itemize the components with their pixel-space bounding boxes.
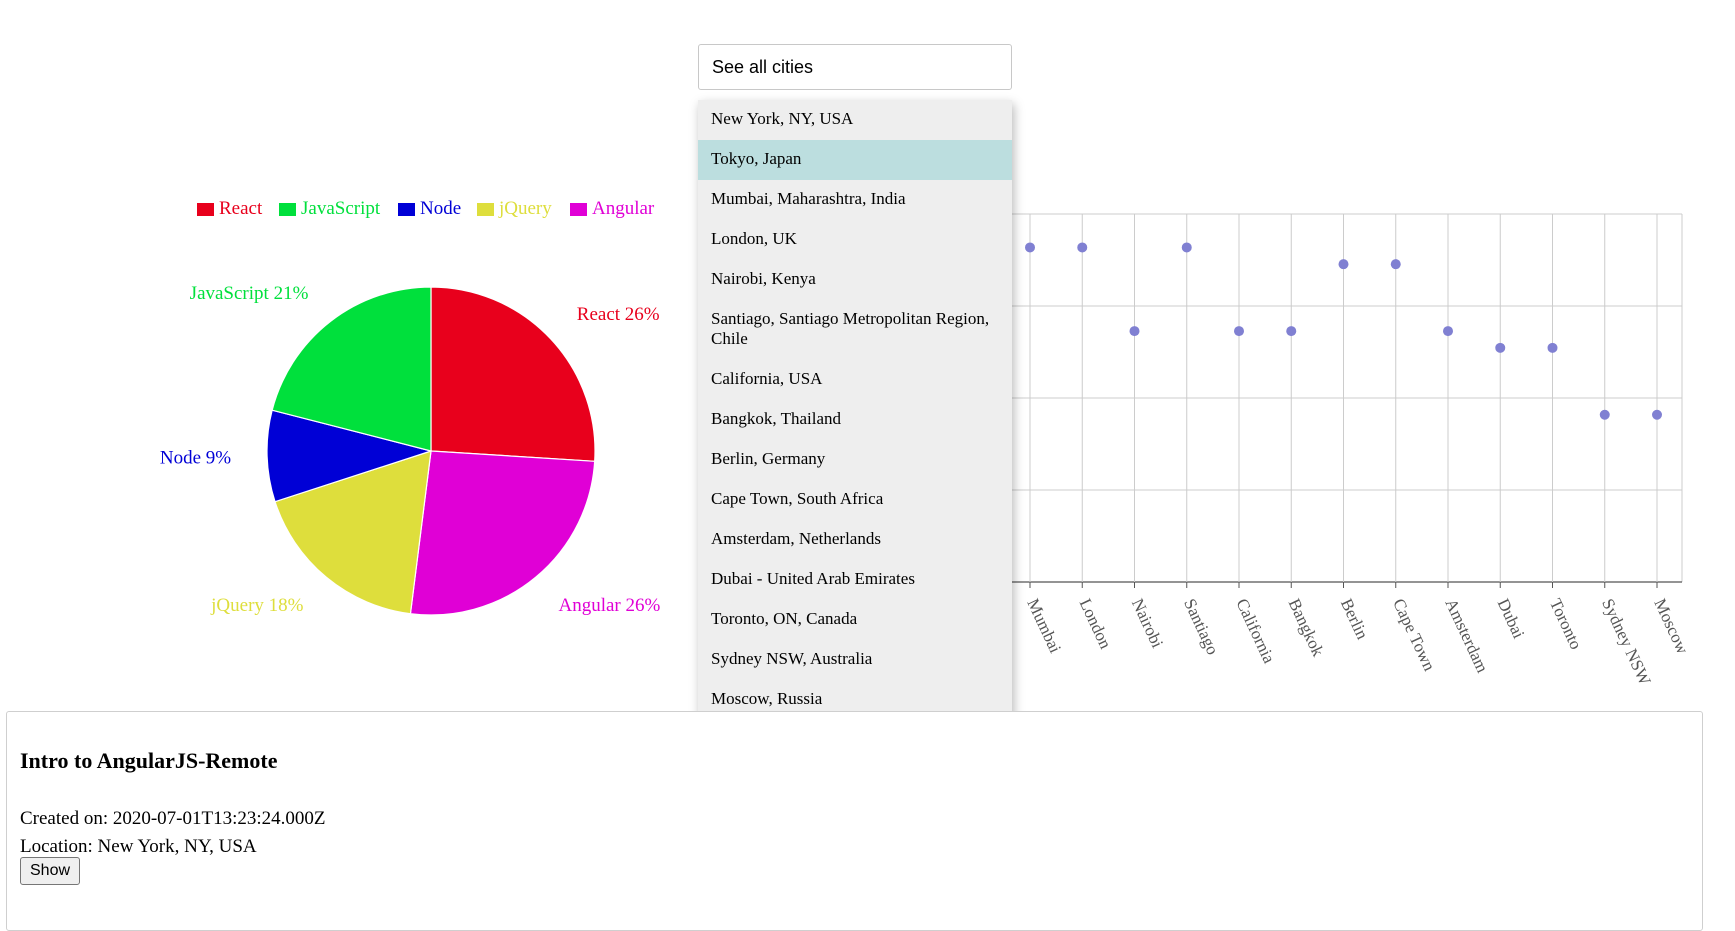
- x-tick-label: London: [1076, 596, 1116, 652]
- x-tick-label: Moscow: [1650, 596, 1692, 658]
- event-title: Intro to AngularJS-Remote: [20, 748, 278, 773]
- city-dropdown-list: New York, NY, USA Tokyo, Japan Mumbai, Mah…: [698, 100, 1012, 760]
- scatter-point-london: [1077, 242, 1088, 253]
- scatter-point-bangkok: [1286, 326, 1297, 337]
- city-option[interactable]: California, USA: [698, 360, 1012, 400]
- scatter-point-dubai: [1495, 342, 1506, 353]
- city-search-input[interactable]: [698, 44, 1012, 90]
- x-tick-label: Amsterdam: [1441, 596, 1492, 676]
- city-option[interactable]: Amsterdam, Netherlands: [698, 520, 1012, 560]
- scatter-point-nairobi: [1129, 326, 1140, 337]
- scatter-grid: [952, 213, 1683, 588]
- scatter-point-amsterdam: [1443, 326, 1453, 337]
- scatter-point-moscow: [1652, 409, 1662, 420]
- city-option[interactable]: Tokyo, Japan: [698, 140, 1012, 180]
- scatter-x-tick-labels: Mumbai London Nairobi Santiago California Ban…: [1023, 596, 1692, 689]
- event-card: Intro to AngularJS-Remote Created on: 20…: [6, 711, 1703, 931]
- event-created: Created on: 2020-07-01T13:23:24.000Z: [20, 808, 326, 829]
- scatter-point-cape-town: [1390, 259, 1401, 270]
- x-tick-label: Santiago: [1180, 596, 1222, 658]
- show-button[interactable]: Show: [20, 857, 81, 885]
- x-tick-label: California: [1232, 596, 1279, 667]
- x-tick-label: Nairobi: [1128, 596, 1167, 651]
- city-option[interactable]: Berlin, Germany: [698, 440, 1012, 480]
- city-option[interactable]: Santiago, Santiago Metropolitan Region, …: [698, 300, 1012, 360]
- x-tick-label: Bangkok: [1285, 596, 1328, 660]
- city-option[interactable]: Toronto, ON, Canada: [698, 600, 1012, 640]
- city-option[interactable]: Sydney NSW, Australia: [698, 640, 1012, 680]
- city-option[interactable]: Nairobi, Kenya: [698, 260, 1012, 300]
- city-option[interactable]: London, UK: [698, 220, 1012, 260]
- city-option[interactable]: Cape Town, South Africa: [698, 480, 1012, 520]
- scatter-point-mumbai: [1025, 242, 1035, 253]
- x-tick-label: Toronto: [1546, 596, 1586, 653]
- city-option[interactable]: New York, NY, USA: [698, 100, 1012, 140]
- scatter-point-santiago: [1181, 242, 1192, 253]
- x-tick-label: Cape Town: [1389, 596, 1439, 675]
- x-tick-label: Sydney NSW: [1598, 596, 1655, 689]
- scatter-point-sydney-nsw: [1599, 409, 1610, 420]
- city-option[interactable]: Mumbai, Maharashtra, India: [698, 180, 1012, 220]
- event-location: Location: New York, NY, USA: [20, 836, 257, 857]
- x-tick-label: Mumbai: [1023, 596, 1065, 656]
- city-option[interactable]: Bangkok, Thailand: [698, 400, 1012, 440]
- scatter-point-toronto: [1547, 342, 1558, 353]
- scatter-point-berlin: [1338, 259, 1349, 270]
- city-option[interactable]: Dubai - United Arab Emirates: [698, 560, 1012, 600]
- scatter-point-california: [1234, 326, 1244, 337]
- x-tick-label: Berlin: [1337, 596, 1372, 643]
- x-tick-label: Dubai: [1494, 596, 1529, 642]
